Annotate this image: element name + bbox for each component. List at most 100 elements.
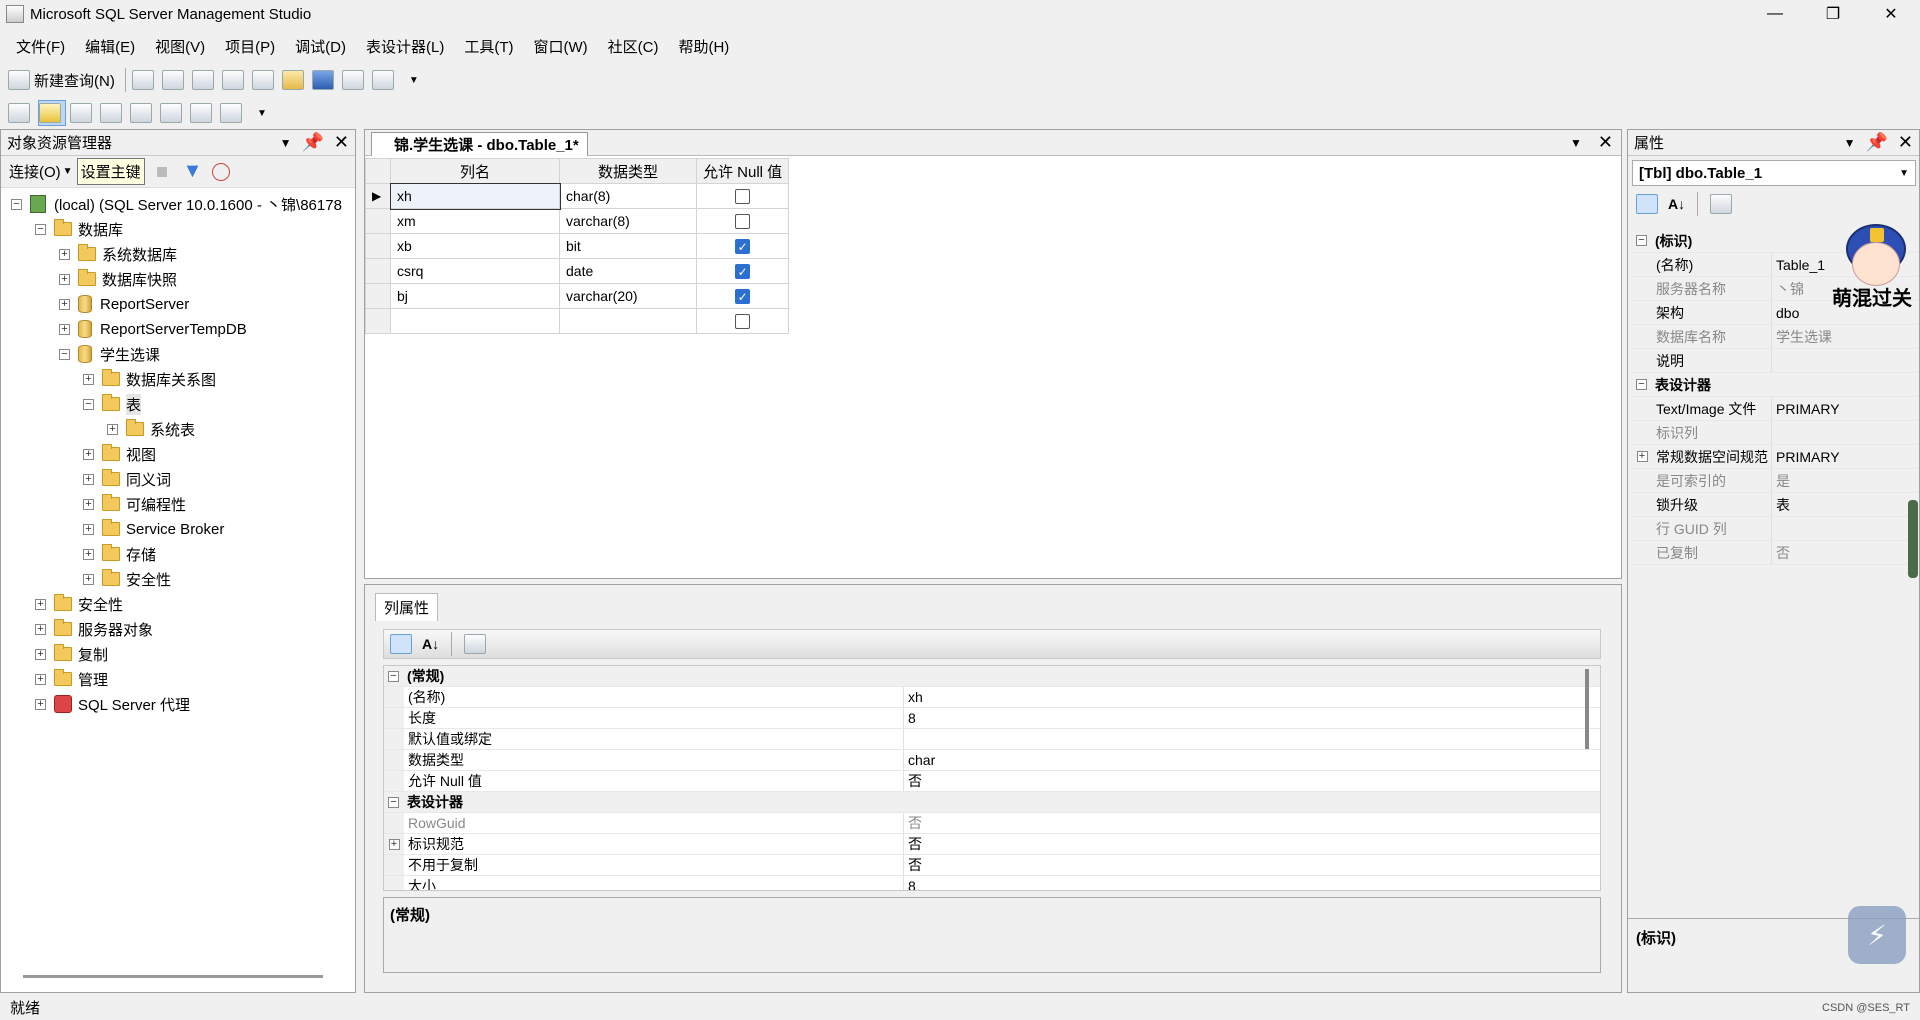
menu-edit[interactable]: 编辑(E) <box>75 36 145 57</box>
property-value[interactable]: Table_1 <box>1772 257 1825 273</box>
check-constraints-button[interactable] <box>190 100 216 126</box>
generate-script-button[interactable] <box>8 100 34 126</box>
activity-monitor-button[interactable] <box>371 67 398 93</box>
properties-pages-icon[interactable] <box>1710 194 1733 214</box>
tree-node[interactable]: + 数据库关系图 <box>83 367 216 391</box>
property-value[interactable]: 否 <box>904 855 922 875</box>
property-row[interactable]: 长度 8 <box>384 708 1600 729</box>
row-selector[interactable] <box>365 258 391 284</box>
property-value[interactable]: 8 <box>904 710 916 726</box>
xmla-query-button[interactable] <box>251 67 278 93</box>
properties-close-icon[interactable]: ✕ <box>1898 132 1913 153</box>
restore-button[interactable]: ❐ <box>1804 0 1862 28</box>
floating-assistant-icon[interactable]: ⚡ <box>1848 906 1906 964</box>
row-selector[interactable] <box>365 208 391 234</box>
property-row[interactable]: RowGuid 否 <box>384 813 1600 834</box>
property-row[interactable]: (名称) xh <box>384 687 1600 708</box>
expand-icon[interactable]: + <box>35 673 46 685</box>
expand-icon[interactable]: + <box>83 548 94 560</box>
column-row[interactable]: bj varchar(20) ✓ <box>365 283 790 309</box>
menu-project[interactable]: 项目(P) <box>215 36 285 57</box>
row-selector[interactable] <box>365 308 391 334</box>
connect-dropdown-icon[interactable]: ▼ <box>63 166 73 177</box>
expand-icon[interactable]: + <box>83 523 94 535</box>
toolbar-overflow-button[interactable]: ▼ <box>402 67 426 93</box>
tree-node[interactable]: − 数据库 <box>35 217 123 241</box>
tree-node[interactable]: + Service Broker <box>83 517 224 541</box>
expand-icon[interactable]: + <box>59 273 70 285</box>
property-row[interactable]: 允许 Null 值否 <box>384 771 1600 792</box>
tree-node[interactable]: − 学生选课 <box>59 342 160 366</box>
expand-icon[interactable]: + <box>83 473 94 485</box>
menu-window[interactable]: 窗口(W) <box>523 36 597 57</box>
property-value[interactable]: PRIMARY <box>1772 449 1840 465</box>
property-value[interactable]: 8 <box>904 878 916 890</box>
menu-debug[interactable]: 调试(D) <box>285 36 356 57</box>
tree-node[interactable]: + 视图 <box>83 442 156 466</box>
allow-nulls-checkbox[interactable]: ✓ <box>735 264 751 280</box>
column-name-cell[interactable] <box>390 308 560 334</box>
tree-node[interactable]: + SQL Server 代理 <box>35 692 190 716</box>
allow-nulls-checkbox[interactable] <box>735 214 751 230</box>
menu-help[interactable]: 帮助(H) <box>668 36 739 57</box>
categorized-icon[interactable] <box>390 634 412 654</box>
new-file-button[interactable] <box>131 67 158 93</box>
open-file-button[interactable] <box>281 67 308 93</box>
menu-view[interactable]: 视图(V) <box>145 36 215 57</box>
expand-icon[interactable]: + <box>83 448 94 460</box>
tree-node[interactable]: + 安全性 <box>83 567 171 591</box>
minimize-button[interactable]: — <box>1746 0 1804 28</box>
collapse-icon[interactable]: − <box>35 223 46 235</box>
fulltext-index-button[interactable] <box>130 100 156 126</box>
property-pages-icon[interactable] <box>464 634 487 654</box>
row-selector[interactable]: ▶ <box>365 183 391 209</box>
data-type-cell[interactable]: varchar(8) <box>559 208 697 234</box>
collapse-icon[interactable]: − <box>388 670 399 682</box>
expand-icon[interactable]: + <box>83 573 94 585</box>
expand-icon[interactable]: + <box>107 423 118 435</box>
properties-categorized-icon[interactable] <box>1636 194 1658 214</box>
tree-node[interactable]: − (local) (SQL Server 10.0.1600 - 丶锦\8617… <box>11 192 342 216</box>
property-value[interactable]: xh <box>904 689 923 705</box>
data-type-cell[interactable]: bit <box>559 233 697 259</box>
column-properties-scrollbar[interactable] <box>1585 669 1589 749</box>
tree-node[interactable]: + 复制 <box>35 642 108 666</box>
property-row[interactable]: 大小 8 <box>384 876 1600 890</box>
property-row[interactable]: 标识列 <box>1632 421 1918 445</box>
property-row[interactable]: 数据库名称 学生选课 <box>1632 325 1918 349</box>
property-category[interactable]: − (常规) <box>384 666 1600 687</box>
collapse-icon[interactable]: − <box>11 198 22 210</box>
tree-node[interactable]: + 安全性 <box>35 592 123 616</box>
property-row[interactable]: 不用于复制否 <box>384 855 1600 876</box>
allow-nulls-checkbox[interactable]: ✓ <box>735 239 751 255</box>
properties-pin-icon[interactable]: 📌 <box>1865 132 1887 153</box>
xml-index-button[interactable] <box>160 100 186 126</box>
expand-icon[interactable]: + <box>388 838 400 850</box>
property-row[interactable]: 已复制否 <box>1632 541 1918 565</box>
collapse-icon[interactable]: − <box>1636 235 1647 246</box>
property-value[interactable]: 否 <box>904 771 922 791</box>
property-value[interactable]: PRIMARY <box>1772 401 1840 417</box>
tree-node[interactable]: + 系统表 <box>107 417 195 441</box>
property-row[interactable]: + 常规数据空间规范 PRIMARY <box>1632 445 1918 469</box>
property-row[interactable]: 行 GUID 列 <box>1632 517 1918 541</box>
stop-icon[interactable] <box>156 166 167 177</box>
close-document-icon[interactable]: ✕ <box>1598 132 1613 153</box>
column-row[interactable]: ▶ xh char(8) <box>365 182 790 210</box>
tree-node[interactable]: + ReportServer <box>59 292 189 316</box>
column-row[interactable]: xm varchar(8) <box>365 208 790 234</box>
horizontal-scrollbar[interactable] <box>23 975 323 978</box>
collapse-icon[interactable]: − <box>388 796 399 808</box>
alphabetical-sort-icon[interactable]: A↓ <box>422 636 439 652</box>
toolbar2-overflow-button[interactable]: ▼ <box>250 100 274 126</box>
column-name-cell[interactable]: xh <box>389 182 561 210</box>
expand-icon[interactable]: + <box>83 498 94 510</box>
db-engine-query-button[interactable] <box>161 67 188 93</box>
menu-community[interactable]: 社区(C) <box>598 36 669 57</box>
tree-node[interactable]: + 服务器对象 <box>35 617 153 641</box>
property-value[interactable]: 否 <box>1772 543 1790 563</box>
column-name-cell[interactable]: bj <box>390 283 560 309</box>
property-category[interactable]: − 表设计器 <box>384 792 1600 813</box>
tab-table-designer[interactable]: 锦.学生选课 - dbo.Table_1* <box>371 132 588 156</box>
column-row[interactable] <box>365 308 790 334</box>
